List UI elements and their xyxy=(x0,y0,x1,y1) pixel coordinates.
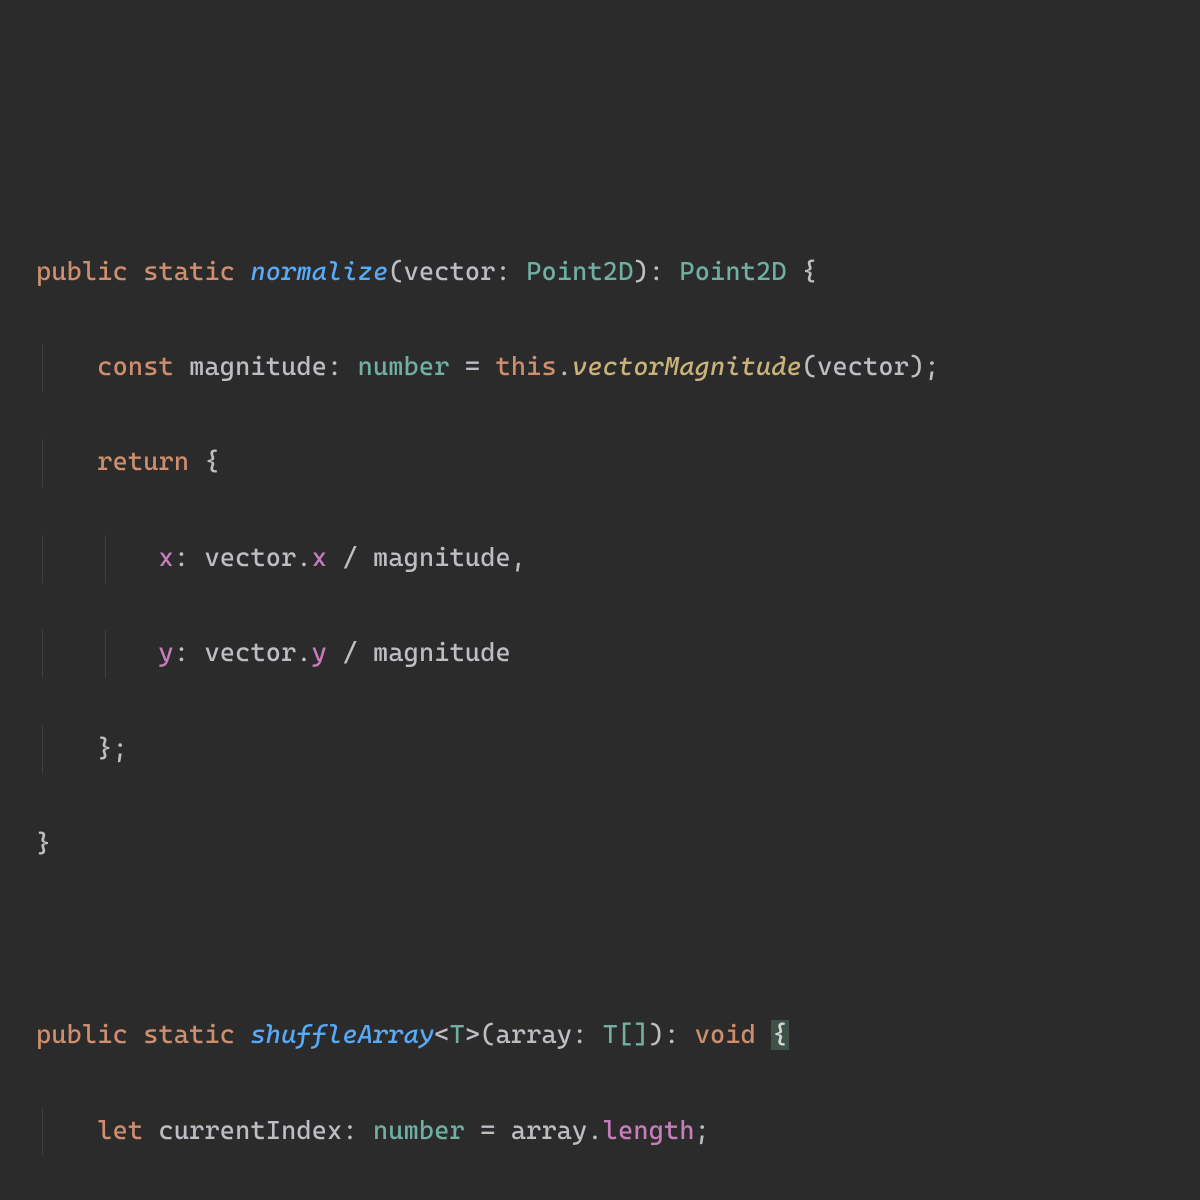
keyword-this: this xyxy=(496,352,557,382)
paren: ) xyxy=(909,352,924,382)
prop-length: length xyxy=(603,1116,695,1146)
divide: / xyxy=(327,638,373,668)
var-vector: vector xyxy=(205,638,297,668)
dot: . xyxy=(296,543,311,573)
semi: ; xyxy=(113,734,128,764)
var-magnitude: magnitude xyxy=(189,352,327,382)
code-line: }; xyxy=(0,726,1200,774)
paren: ( xyxy=(480,1020,495,1050)
code-line: const magnitude: number = this.vectorMag… xyxy=(0,344,1200,392)
type-T-array: T[] xyxy=(603,1020,649,1050)
function-name: shuffleArray xyxy=(250,1020,434,1050)
code-line: x: vector.x / magnitude, xyxy=(0,535,1200,583)
colon: : xyxy=(649,257,680,287)
keyword-public: public xyxy=(36,257,128,287)
type-void: void xyxy=(695,1020,756,1050)
indent xyxy=(36,1116,97,1146)
paren: ) xyxy=(633,257,648,287)
brace: { xyxy=(787,257,818,287)
var-currentIndex: currentIndex xyxy=(159,1116,343,1146)
angle: < xyxy=(434,1020,449,1050)
indent xyxy=(36,638,159,668)
prop-x: x xyxy=(159,543,174,573)
code-line-blank xyxy=(0,917,1200,965)
indent xyxy=(36,447,97,477)
type-point2d: Point2D xyxy=(526,257,633,287)
divide: / xyxy=(327,543,373,573)
semi: ; xyxy=(695,1116,710,1146)
function-name: normalize xyxy=(250,257,388,287)
keyword-static: static xyxy=(143,1020,235,1050)
brace: } xyxy=(36,829,51,859)
keyword-static: static xyxy=(143,257,235,287)
keyword-const: const xyxy=(97,352,174,382)
type-number: number xyxy=(358,352,450,382)
keyword-public: public xyxy=(36,1020,128,1050)
indent xyxy=(36,352,97,382)
cursor-highlight: { xyxy=(771,1020,788,1050)
brace: } xyxy=(97,734,112,764)
equals: = xyxy=(465,1116,511,1146)
colon: : xyxy=(572,1020,603,1050)
indent xyxy=(36,734,97,764)
paren: ( xyxy=(388,257,403,287)
param-array: array xyxy=(496,1020,573,1050)
dot: . xyxy=(296,638,311,668)
equals: = xyxy=(450,352,496,382)
var-magnitude: magnitude xyxy=(373,543,511,573)
dot: . xyxy=(587,1116,602,1146)
colon: : xyxy=(496,257,527,287)
colon: : xyxy=(664,1020,695,1050)
code-line: y: vector.y / magnitude xyxy=(0,630,1200,678)
code-line: return { xyxy=(0,439,1200,487)
code-editor[interactable]: public static normalize(vector: Point2D)… xyxy=(0,201,1200,1200)
colon: : xyxy=(174,638,205,668)
var-vector: vector xyxy=(205,543,297,573)
arg-vector: vector xyxy=(817,352,909,382)
var-array: array xyxy=(511,1116,588,1146)
type-param-T: T xyxy=(450,1020,465,1050)
code-line: } xyxy=(0,821,1200,869)
keyword-return: return xyxy=(97,447,189,477)
comma: , xyxy=(511,543,526,573)
param-vector: vector xyxy=(404,257,496,287)
colon: : xyxy=(174,543,205,573)
brace: { xyxy=(205,447,220,477)
indent xyxy=(36,543,159,573)
semi: ; xyxy=(924,352,939,382)
prop-y: y xyxy=(159,638,174,668)
var-magnitude: magnitude xyxy=(373,638,511,668)
code-line: public static shuffleArray<T>(array: T[]… xyxy=(0,1012,1200,1060)
code-line: let currentIndex: number = array.length; xyxy=(0,1108,1200,1156)
keyword-let: let xyxy=(97,1116,143,1146)
colon: : xyxy=(327,352,358,382)
return-type: Point2D xyxy=(679,257,786,287)
paren: ) xyxy=(649,1020,664,1050)
colon: : xyxy=(342,1116,373,1146)
angle: > xyxy=(465,1020,480,1050)
method-call: vectorMagnitude xyxy=(572,352,802,382)
paren: ( xyxy=(802,352,817,382)
code-line: public static normalize(vector: Point2D)… xyxy=(0,249,1200,297)
prop-y: y xyxy=(312,638,327,668)
type-number: number xyxy=(373,1116,465,1146)
dot: . xyxy=(557,352,572,382)
prop-x: x xyxy=(312,543,327,573)
